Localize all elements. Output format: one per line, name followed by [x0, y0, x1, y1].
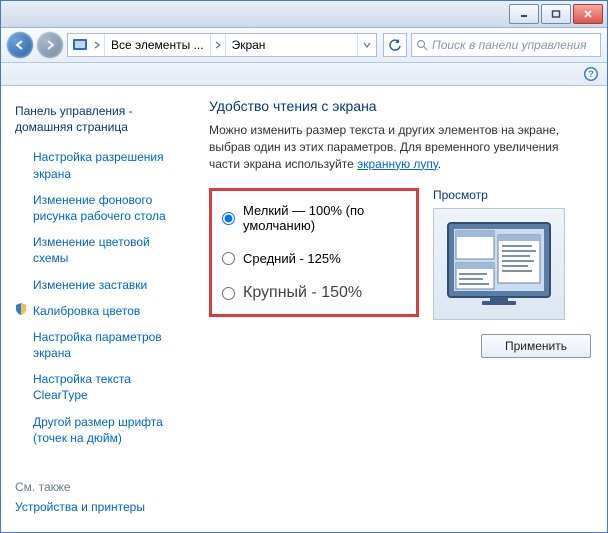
- sidebar-link[interactable]: Настройка текста ClearType: [33, 366, 181, 408]
- chevron-right-icon[interactable]: [211, 34, 226, 56]
- size-radio[interactable]: [222, 287, 235, 300]
- close-button[interactable]: [573, 4, 603, 24]
- body: Панель управления - домашняя страница На…: [1, 86, 607, 532]
- monitor-preview-icon: [444, 219, 554, 309]
- shield-icon: [15, 303, 27, 315]
- size-option-label: Мелкий — 100% (по умолчанию): [243, 203, 406, 233]
- back-button[interactable]: [7, 32, 33, 58]
- preview-label: Просмотр: [433, 188, 591, 202]
- help-icon: ?: [583, 66, 599, 82]
- titlebar: [1, 1, 607, 28]
- sidebar-link[interactable]: Другой размер шрифта (точек на дюйм): [33, 409, 181, 451]
- bullet-icon: [15, 234, 27, 246]
- sidebar-item: Изменение цветовой схемы: [15, 229, 181, 271]
- svg-text:?: ?: [588, 69, 594, 79]
- seealso-link[interactable]: Устройства и принтеры: [15, 494, 181, 520]
- size-option: Мелкий — 100% (по умолчанию): [222, 203, 406, 233]
- size-option-label: Крупный - 150%: [243, 284, 362, 302]
- size-option: Средний - 125%: [222, 251, 406, 266]
- bullet-icon: [15, 371, 27, 383]
- apply-button[interactable]: Применить: [481, 334, 591, 358]
- bullet-icon: [15, 277, 27, 289]
- sidebar-item: Настройка параметров экрана: [15, 324, 181, 366]
- seealso-label: См. также: [15, 480, 181, 494]
- help-button[interactable]: ?: [583, 66, 599, 82]
- sidebar-item: Изменение заставки: [15, 272, 181, 298]
- size-radio[interactable]: [222, 252, 235, 265]
- minimize-button[interactable]: [509, 4, 539, 24]
- size-option-label: Средний - 125%: [243, 251, 341, 266]
- options-row: Мелкий — 100% (по умолчанию) Средний - 12…: [209, 188, 591, 320]
- sidebar-item: Калибровка цветов: [15, 298, 181, 324]
- breadcrumb-seg-2[interactable]: Экран: [226, 34, 272, 56]
- forward-button[interactable]: [37, 32, 63, 58]
- chevron-right-icon[interactable]: [90, 34, 105, 56]
- arrow-right-icon: [43, 38, 57, 52]
- preview-section: Просмотр: [433, 188, 591, 320]
- page-description: Можно изменить размер текста и других эл…: [209, 122, 591, 172]
- refresh-button[interactable]: [383, 33, 407, 57]
- window-buttons: [509, 4, 603, 24]
- search-icon: [416, 39, 428, 51]
- sidebar-item: Другой размер шрифта (точек на дюйм): [15, 409, 181, 451]
- sidebar-link[interactable]: Изменение фонового рисунка рабочего стол…: [33, 187, 181, 229]
- control-panel-icon: [70, 35, 90, 55]
- sidebar-link[interactable]: Калибровка цветов: [33, 298, 140, 324]
- refresh-icon: [388, 38, 402, 52]
- breadcrumb-seg-1[interactable]: Все элементы ...: [105, 34, 211, 56]
- breadcrumb-dropdown[interactable]: [357, 34, 376, 56]
- bullet-icon: [15, 192, 27, 204]
- bullet-icon: [15, 149, 27, 161]
- arrow-left-icon: [13, 38, 27, 52]
- desc-text-2: .: [438, 157, 441, 171]
- search-input[interactable]: Поиск в панели управления: [411, 33, 601, 57]
- maximize-icon: [551, 10, 561, 18]
- close-icon: [583, 10, 593, 18]
- seealso-links: Устройства и принтеры: [15, 494, 181, 520]
- navbar: Все элементы ... Экран Поиск в панели уп…: [1, 28, 607, 63]
- sidebar-link[interactable]: Изменение цветовой схемы: [33, 229, 181, 271]
- chevron-down-icon: [363, 41, 371, 49]
- breadcrumb[interactable]: Все элементы ... Экран: [67, 33, 377, 57]
- minimize-icon: [519, 10, 529, 18]
- magnifier-link[interactable]: экранную лупу: [357, 157, 438, 171]
- sidebar-link[interactable]: Настройка параметров экрана: [33, 324, 181, 366]
- size-radio[interactable]: [222, 212, 235, 225]
- page-title: Удобство чтения с экрана: [209, 98, 591, 114]
- sidebar-item: Настройка текста ClearType: [15, 366, 181, 408]
- sidebar-item: Настройка разрешения экрана: [15, 144, 181, 186]
- preview-box: [433, 208, 565, 320]
- sidebar-item: Изменение фонового рисунка рабочего стол…: [15, 187, 181, 229]
- sidebar-link[interactable]: Настройка разрешения экрана: [33, 144, 181, 186]
- search-placeholder: Поиск в панели управления: [432, 38, 587, 52]
- sidebar-home-link[interactable]: Панель управления - домашняя страница: [15, 98, 181, 140]
- maximize-button[interactable]: [541, 4, 571, 24]
- size-options: Мелкий — 100% (по умолчанию) Средний - 12…: [209, 188, 419, 317]
- sidebar: Панель управления - домашняя страница На…: [1, 86, 191, 532]
- size-option: Крупный - 150%: [222, 284, 406, 302]
- window-frame: Все элементы ... Экран Поиск в панели уп…: [0, 0, 608, 533]
- toolbar: ?: [1, 63, 607, 86]
- sidebar-link[interactable]: Изменение заставки: [33, 272, 147, 298]
- main-content: Удобство чтения с экрана Можно изменить …: [191, 86, 607, 532]
- bullet-icon: [15, 329, 27, 341]
- button-row: Применить: [209, 334, 591, 358]
- sidebar-links: Настройка разрешения экранаИзменение фон…: [15, 144, 181, 451]
- bullet-icon: [15, 414, 27, 426]
